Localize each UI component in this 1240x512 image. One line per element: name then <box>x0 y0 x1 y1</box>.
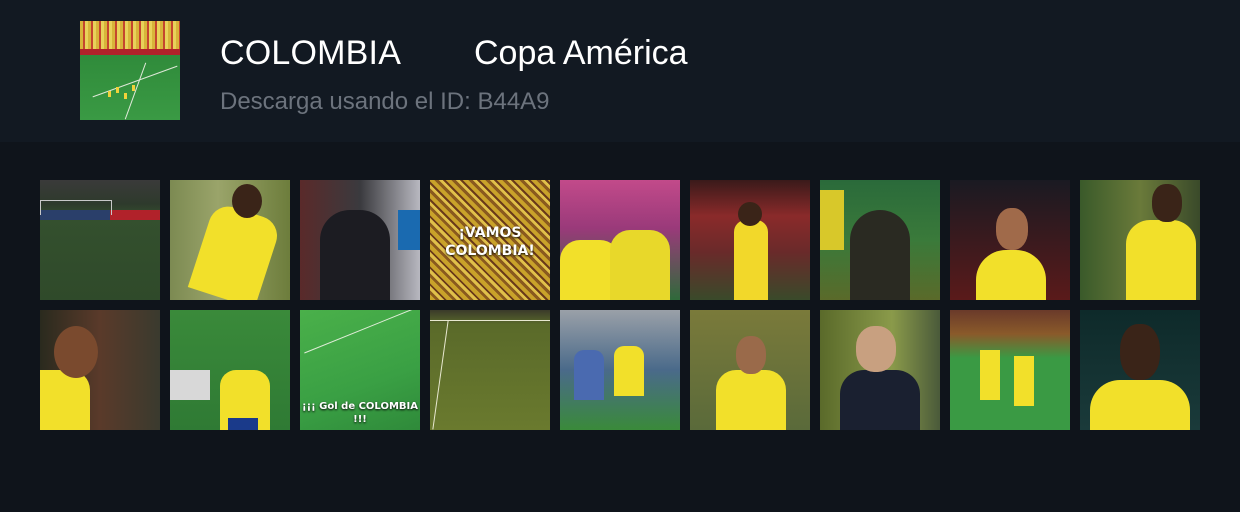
ad-board-graphic <box>110 210 160 220</box>
thumbnail-player-closeup-clip[interactable] <box>950 180 1070 300</box>
thumbnail-player-back-closeup-clip[interactable] <box>40 310 160 430</box>
yellow-jersey <box>976 250 1046 300</box>
yellow-jersey <box>820 190 844 250</box>
ad-banner-graphic <box>80 49 180 55</box>
team-title: COLOMBIA <box>220 34 402 72</box>
cooler-graphic <box>398 210 420 250</box>
clip-caption: ¡¡¡ Gol de COLOMBIA !!! <box>302 401 418 425</box>
yellow-jersey <box>614 346 644 396</box>
thumbnail-goalmouth-action-clip[interactable] <box>560 310 680 430</box>
thumbnail-goal-hug-clip[interactable] <box>170 310 290 430</box>
player-figure <box>124 93 127 99</box>
yellow-jersey <box>716 370 786 430</box>
yellow-jersey <box>1014 356 1034 406</box>
download-id-text: Descarga usando el ID: B44A9 <box>220 88 550 115</box>
yellow-jersey <box>1126 220 1196 300</box>
thumbnail-freekick-celebration-clip[interactable] <box>950 310 1070 430</box>
thumbnail-player-gesture-clip[interactable] <box>1080 180 1200 300</box>
player-head <box>232 184 262 218</box>
thumbnail-aerial-pitch-clip[interactable] <box>430 310 550 430</box>
player-figure <box>132 85 135 91</box>
thumbnail-gol-de-colombia-clip[interactable]: ¡¡¡ Gol de COLOMBIA !!! <box>300 310 420 430</box>
thumbnail-player-running-clip[interactable] <box>690 180 810 300</box>
yellow-jersey <box>734 220 768 300</box>
coach-figure <box>840 370 920 430</box>
coach-figure <box>320 210 390 300</box>
thumbnail-player-portrait-clip[interactable] <box>1080 310 1200 430</box>
stands-graphic <box>80 21 180 49</box>
player-head <box>1152 184 1182 222</box>
thumbnail-grid: ¡VAMOS COLOMBIA! ¡¡¡ Gol de COLOMBIA !!! <box>40 180 1200 430</box>
goal-frame <box>40 200 112 215</box>
thumbnail-team-celebration-clip[interactable] <box>560 180 680 300</box>
pitch-line <box>304 310 416 354</box>
player-figure <box>116 87 119 93</box>
yellow-jersey <box>40 370 90 430</box>
player-head <box>738 202 762 226</box>
thumbnail-player-7-celebration-clip[interactable] <box>170 180 290 300</box>
yellow-jersey <box>980 350 1000 400</box>
thumbnail-bench-hug-clip[interactable] <box>300 180 420 300</box>
player-head <box>736 336 766 374</box>
player-head <box>1120 324 1160 380</box>
blue-shorts <box>228 418 258 430</box>
competition-title: Copa América <box>474 34 688 72</box>
thumbnail-player-10-celebration-clip[interactable] <box>690 310 810 430</box>
clip-caption: ¡VAMOS COLOMBIA! <box>445 225 535 259</box>
player-figure <box>850 210 910 300</box>
thumbnail-vamos-colombia-clip[interactable]: ¡VAMOS COLOMBIA! <box>430 180 550 300</box>
yellow-jersey <box>1090 380 1190 430</box>
coach-head <box>856 326 896 372</box>
thumbnail-coach-celebration-clip[interactable] <box>820 310 940 430</box>
player-figure <box>108 91 111 97</box>
yellow-jersey <box>187 201 283 300</box>
thumbnail-wide-pitch-clip[interactable] <box>40 180 160 300</box>
yellow-jersey <box>610 230 670 300</box>
pitch-line <box>124 62 147 120</box>
opponent-kit <box>170 370 210 400</box>
header: COLOMBIA Copa América Descarga usando el… <box>0 0 1240 142</box>
player-head <box>996 208 1028 250</box>
player-head <box>54 326 98 378</box>
pitch-line <box>432 320 449 430</box>
thumbnail-crowd-celebration-clip[interactable] <box>820 180 940 300</box>
featured-thumbnail[interactable] <box>80 21 180 120</box>
goalkeeper-figure <box>574 350 604 400</box>
